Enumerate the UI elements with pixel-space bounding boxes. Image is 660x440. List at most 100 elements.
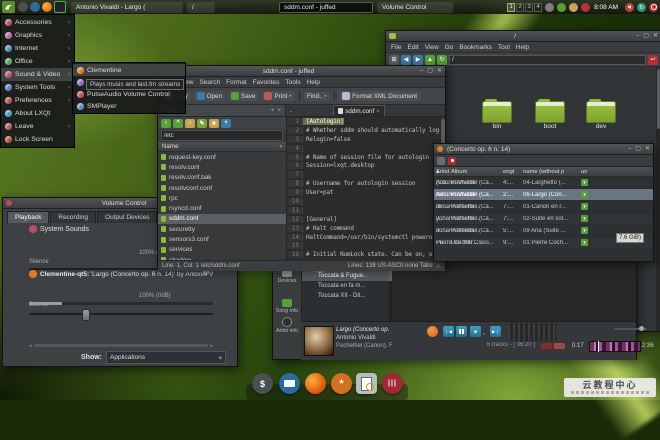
- fm-menu-view[interactable]: View: [425, 44, 439, 51]
- menu-item-internet[interactable]: Internet›: [1, 42, 74, 55]
- tree-track[interactable]: Toccata & Fugue..: [302, 271, 392, 281]
- qterminal-quicklaunch[interactable]: [18, 2, 28, 12]
- taskbar-clementine[interactable]: Antonio Vivaldi - Largo (: [71, 2, 183, 13]
- maximize-icon[interactable]: ▢: [643, 33, 649, 39]
- lxqt-menu-button[interactable]: [2, 1, 15, 13]
- tab-recording[interactable]: Recording: [50, 211, 96, 223]
- mixer-launcher[interactable]: |||: [382, 373, 403, 394]
- tab-sddm-conf[interactable]: sddm.conf ×: [333, 105, 385, 116]
- table-row[interactable]: y...Johann Pache...Pachelbel (Ca...7:...…: [434, 213, 653, 225]
- submenu-item-clementine[interactable]: Clementine: [73, 64, 185, 76]
- power-button[interactable]: [649, 3, 658, 12]
- home-icon[interactable]: ⌂: [185, 119, 195, 128]
- menu-search[interactable]: Search: [199, 79, 220, 86]
- minimize-icon[interactable]: –: [628, 146, 631, 152]
- maximize-icon[interactable]: ▢: [635, 146, 641, 152]
- editor-titlebar[interactable]: sddm.conf - juffed – ▢ ✕: [158, 66, 445, 77]
- menu-tools[interactable]: Tools: [285, 79, 300, 86]
- workspace-1[interactable]: 1: [507, 3, 515, 12]
- file-row[interactable]: resolv.conf: [158, 162, 286, 172]
- firefox-launcher[interactable]: [305, 373, 326, 394]
- show-dropdown[interactable]: Applications▾: [106, 351, 226, 364]
- volume-slider[interactable]: [614, 328, 647, 330]
- close-panel-icon[interactable]: ×: [277, 107, 281, 114]
- volume-tray-icon[interactable]: [625, 3, 634, 12]
- submenu-item-smplayer[interactable]: SMPlayer: [73, 100, 185, 112]
- menu-item-accessories[interactable]: Accessories›: [1, 16, 74, 29]
- back-icon[interactable]: ◀: [401, 55, 411, 65]
- stop-button[interactable]: ■: [470, 326, 481, 337]
- menu-item-sound-video[interactable]: Sound & Video›: [1, 68, 74, 81]
- lxqt-app-launcher[interactable]: *: [331, 373, 352, 394]
- edit-path-icon[interactable]: ✎: [197, 119, 207, 128]
- analyzer[interactable]: [507, 322, 557, 342]
- up-icon[interactable]: ^: [173, 119, 183, 128]
- reload-icon[interactable]: ↻: [437, 55, 447, 65]
- file-row[interactable]: rpc: [158, 193, 286, 203]
- files-path-input[interactable]: /etc: [161, 130, 283, 141]
- sidebar-item-devices[interactable]: Devices: [273, 269, 301, 284]
- moodbar-seek[interactable]: [589, 341, 641, 352]
- find-button[interactable]: Find.. ▸: [304, 92, 330, 101]
- file-row[interactable]: resolvconf.conf: [158, 183, 286, 193]
- file-row[interactable]: shadow: [158, 255, 286, 260]
- terminal-quicklaunch[interactable]: [54, 1, 66, 13]
- sidebar-item-song-info[interactable]: Song info: [273, 299, 301, 314]
- menu-item-lock-screen[interactable]: Lock Screen: [1, 133, 74, 146]
- tray-icon-clementine[interactable]: [557, 3, 566, 12]
- close-icon[interactable]: ✕: [645, 146, 650, 152]
- playlist-column-headers[interactable]: ▴ Artist Album engt name (without p un: [434, 167, 653, 177]
- add-favorite-icon[interactable]: +: [221, 119, 231, 128]
- editor-text-area[interactable]: 1[Autologin] 2# Whether sddm should auto…: [287, 117, 445, 260]
- fm-menu-file[interactable]: File: [391, 44, 401, 51]
- clementine-playlist-window[interactable]: (Concerto op. 6 n. 14) – ▢ ✕ ▴ Artist Al…: [433, 143, 654, 262]
- workspace-4[interactable]: 4: [534, 3, 542, 12]
- menu-format[interactable]: Format: [226, 79, 247, 86]
- menu-item-about-lxqt[interactable]: About LXQt: [1, 107, 74, 120]
- fm-titlebar[interactable]: / – ▢ ✕: [386, 31, 660, 42]
- file-row[interactable]: request-key.conf: [158, 152, 286, 162]
- layers-icon[interactable]: [437, 157, 445, 165]
- menu-item-leave[interactable]: Leave›: [1, 120, 74, 133]
- file-row[interactable]: sensors3.conf: [158, 234, 286, 244]
- firefox-quicklaunch[interactable]: [42, 2, 52, 12]
- fm-path-input[interactable]: /: [449, 55, 646, 65]
- menu-favorites[interactable]: Favorites: [253, 79, 280, 86]
- table-row[interactable]: ré ...Johann Pache...Pachelbel (Ca...7:.…: [434, 201, 653, 213]
- tab-output-devices[interactable]: Output Devices: [97, 211, 157, 223]
- fm-menu-bookmarks[interactable]: Bookmarks: [459, 44, 492, 51]
- file-row[interactable]: services: [158, 245, 286, 255]
- minimize-icon[interactable]: –: [636, 33, 639, 39]
- table-row[interactable]: (Cu...Antonio VivaldiPachelbel (Ca...4:.…: [434, 177, 653, 189]
- fm-menu-tool[interactable]: Tool: [498, 44, 510, 51]
- menu-item-preferences[interactable]: Preferences›: [1, 94, 74, 107]
- files-column-header[interactable]: Name ▾: [158, 142, 286, 152]
- taskbar-volume-control[interactable]: Volume Control: [377, 2, 453, 13]
- save-button[interactable]: Save: [228, 91, 258, 101]
- favorites-icon[interactable]: ★: [209, 119, 219, 128]
- taskbar-filemanager[interactable]: /: [187, 2, 215, 13]
- sidebar-item-artist-info[interactable]: Artist info: [273, 317, 301, 334]
- close-icon[interactable]: ✕: [437, 68, 442, 74]
- col-length[interactable]: engt: [501, 169, 521, 175]
- fm-menu-go[interactable]: Go: [445, 44, 454, 51]
- search-tool-launcher[interactable]: [356, 373, 377, 394]
- col-artist[interactable]: Artist: [434, 169, 490, 175]
- folder-bin[interactable]: bin: [474, 101, 520, 130]
- new-tab-icon[interactable]: ⊞: [389, 55, 399, 65]
- taskbar-juffed[interactable]: sddm.conf - juffed: [279, 2, 373, 13]
- close-tab-icon[interactable]: ×: [376, 108, 380, 115]
- tray-icon-security[interactable]: [581, 3, 590, 12]
- tree-track[interactable]: Toccata en fa m...: [302, 281, 392, 291]
- workspace-2[interactable]: 2: [516, 3, 524, 12]
- open-button[interactable]: Open: [194, 91, 225, 101]
- record-icon[interactable]: [448, 157, 456, 165]
- fm-menu-edit[interactable]: Edit: [407, 44, 418, 51]
- file-row[interactable]: securetty: [158, 224, 286, 234]
- pause-button[interactable]: [456, 326, 467, 337]
- juffed-window[interactable]: sddm.conf - juffed – ▢ ✕ File View Searc…: [157, 65, 446, 268]
- file-manager-launcher[interactable]: [279, 373, 300, 394]
- menu-item-graphics[interactable]: Graphics›: [1, 29, 74, 42]
- tray-icon-generic[interactable]: [545, 3, 554, 12]
- print-button[interactable]: Print ▸: [261, 91, 294, 101]
